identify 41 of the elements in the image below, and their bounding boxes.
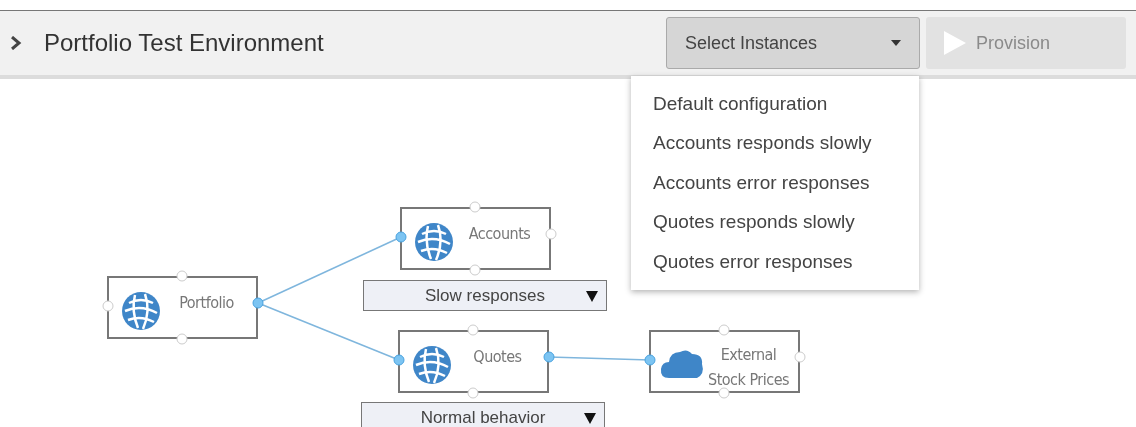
connection-port[interactable] xyxy=(252,297,264,309)
caret-icon xyxy=(584,413,596,424)
menu-item[interactable]: Default configuration xyxy=(631,84,919,124)
menu-item[interactable]: Accounts error responses xyxy=(631,163,919,203)
connection-port[interactable] xyxy=(794,351,806,363)
connection-port[interactable] xyxy=(176,333,188,345)
service-node[interactable]: Quotes xyxy=(398,330,549,393)
play-icon xyxy=(944,31,966,55)
connection-port[interactable] xyxy=(393,354,405,366)
globe-icon xyxy=(121,291,161,331)
connection-port[interactable] xyxy=(543,351,555,363)
service-node[interactable]: External Stock Prices xyxy=(649,330,800,393)
node-label: Accounts xyxy=(467,223,532,245)
behavior-dropdown[interactable]: Normal behavior xyxy=(361,402,605,427)
connection-port[interactable] xyxy=(176,270,188,282)
connection-port[interactable] xyxy=(545,228,557,240)
caret-icon xyxy=(891,40,901,46)
node-label: Quotes xyxy=(472,346,523,368)
connection-port[interactable] xyxy=(718,387,730,399)
menu-item[interactable]: Quotes responds slowly xyxy=(631,202,919,242)
service-node[interactable]: Portfolio xyxy=(107,276,258,339)
connection-port[interactable] xyxy=(102,300,114,312)
connection-port[interactable] xyxy=(395,231,407,243)
service-node[interactable]: Accounts xyxy=(400,207,551,270)
behavior-dropdown[interactable]: Slow responses xyxy=(363,280,607,311)
node-label: External Stock Prices xyxy=(707,344,790,391)
caret-icon xyxy=(586,291,598,302)
connection-port[interactable] xyxy=(644,354,656,366)
connection-port[interactable] xyxy=(469,264,481,276)
select-instances-dropdown[interactable]: Select Instances xyxy=(666,17,920,69)
chevron-icon xyxy=(10,36,22,50)
globe-icon xyxy=(414,222,454,262)
connection-port[interactable] xyxy=(467,387,479,399)
environment-title: Portfolio Test Environment xyxy=(44,29,325,57)
connection-port[interactable] xyxy=(718,324,730,336)
menu-item[interactable]: Accounts responds slowly xyxy=(631,123,919,163)
connection-port[interactable] xyxy=(467,324,479,336)
node-label: Portfolio xyxy=(178,292,235,314)
connection-port[interactable] xyxy=(469,201,481,213)
menu-item[interactable]: Quotes error responses xyxy=(631,242,919,282)
globe-icon xyxy=(412,345,452,385)
